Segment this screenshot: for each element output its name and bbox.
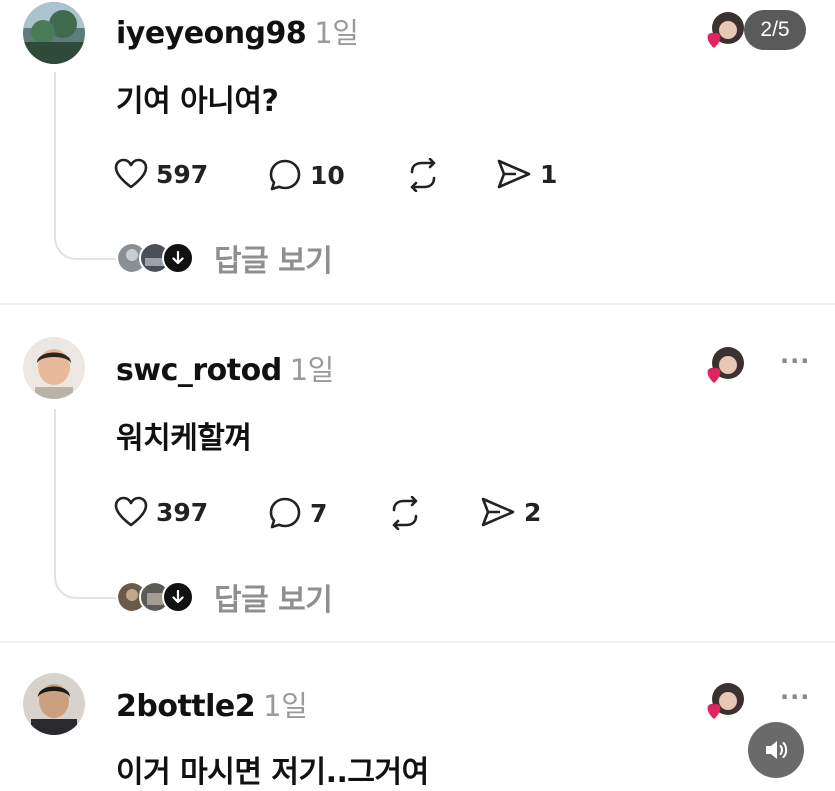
like-button[interactable]: 597 xyxy=(114,158,208,190)
timestamp: 1일 xyxy=(314,16,359,50)
comment-text: 워치케할껴 xyxy=(116,421,252,456)
comment-post-1: iyeyeong98 1일 기여 아니여? 2/5 597 10 1 답글 보기 xyxy=(0,0,835,302)
comment-post-2: swc_rotod 1일 워치케할껴 ··· 397 7 2 답글 보기 xyxy=(0,305,835,639)
view-replies-row[interactable]: 답글 보기 xyxy=(116,236,333,280)
heart-icon xyxy=(707,703,721,719)
comment-count: 10 xyxy=(310,160,345,190)
share-button[interactable]: 2 xyxy=(480,496,541,528)
username[interactable]: iyeyeong98 1일 xyxy=(116,10,359,52)
view-replies-row[interactable]: 답글 보기 xyxy=(116,575,333,619)
share-button[interactable]: 1 xyxy=(496,158,557,190)
timestamp: 1일 xyxy=(263,689,308,723)
comment-post-3: 2bottle2 1일 이거 마시면 저기..그거여 ··· xyxy=(0,643,835,791)
comment-button[interactable]: 7 xyxy=(268,496,327,530)
avatar[interactable] xyxy=(23,673,85,735)
send-icon xyxy=(497,159,531,189)
heart-icon xyxy=(707,32,721,48)
speaker-icon xyxy=(766,741,788,759)
comment-icon xyxy=(269,497,301,529)
comment-icon xyxy=(269,159,301,191)
heart-icon xyxy=(114,496,148,527)
heart-icon xyxy=(707,367,721,383)
share-count: 1 xyxy=(540,159,558,189)
timestamp: 1일 xyxy=(289,353,335,387)
like-count: 397 xyxy=(156,497,209,527)
repost-button[interactable] xyxy=(404,158,442,192)
username[interactable]: 2bottle2 1일 xyxy=(116,683,308,725)
like-count: 597 xyxy=(156,159,209,189)
media-page-indicator: 2/5 xyxy=(744,10,806,50)
avatar[interactable] xyxy=(23,2,85,64)
more-options-button[interactable]: ··· xyxy=(780,683,810,711)
chevron-down-icon xyxy=(162,242,194,274)
heart-icon xyxy=(114,158,148,189)
comment-text: 기여 아니여? xyxy=(116,84,279,119)
author-liked-indicator xyxy=(704,681,744,721)
author-liked-indicator xyxy=(704,345,744,385)
view-replies-link[interactable]: 답글 보기 xyxy=(214,575,333,619)
avatar[interactable] xyxy=(23,337,85,399)
repost-button[interactable] xyxy=(386,496,424,530)
comment-count: 7 xyxy=(310,498,328,528)
repost-icon xyxy=(410,158,436,192)
like-button[interactable]: 397 xyxy=(114,496,208,528)
share-count: 2 xyxy=(524,497,542,527)
comment-text: 이거 마시면 저기..그거여 xyxy=(116,755,429,790)
send-icon xyxy=(481,497,515,527)
view-replies-link[interactable]: 답글 보기 xyxy=(214,236,333,280)
repost-icon xyxy=(392,496,418,530)
chevron-down-icon xyxy=(162,581,194,613)
username[interactable]: swc_rotod 1일 xyxy=(116,347,334,389)
sound-toggle-button[interactable] xyxy=(748,722,804,778)
comment-button[interactable]: 10 xyxy=(268,158,345,192)
more-options-button[interactable]: ··· xyxy=(780,347,810,375)
author-liked-indicator xyxy=(704,10,744,50)
